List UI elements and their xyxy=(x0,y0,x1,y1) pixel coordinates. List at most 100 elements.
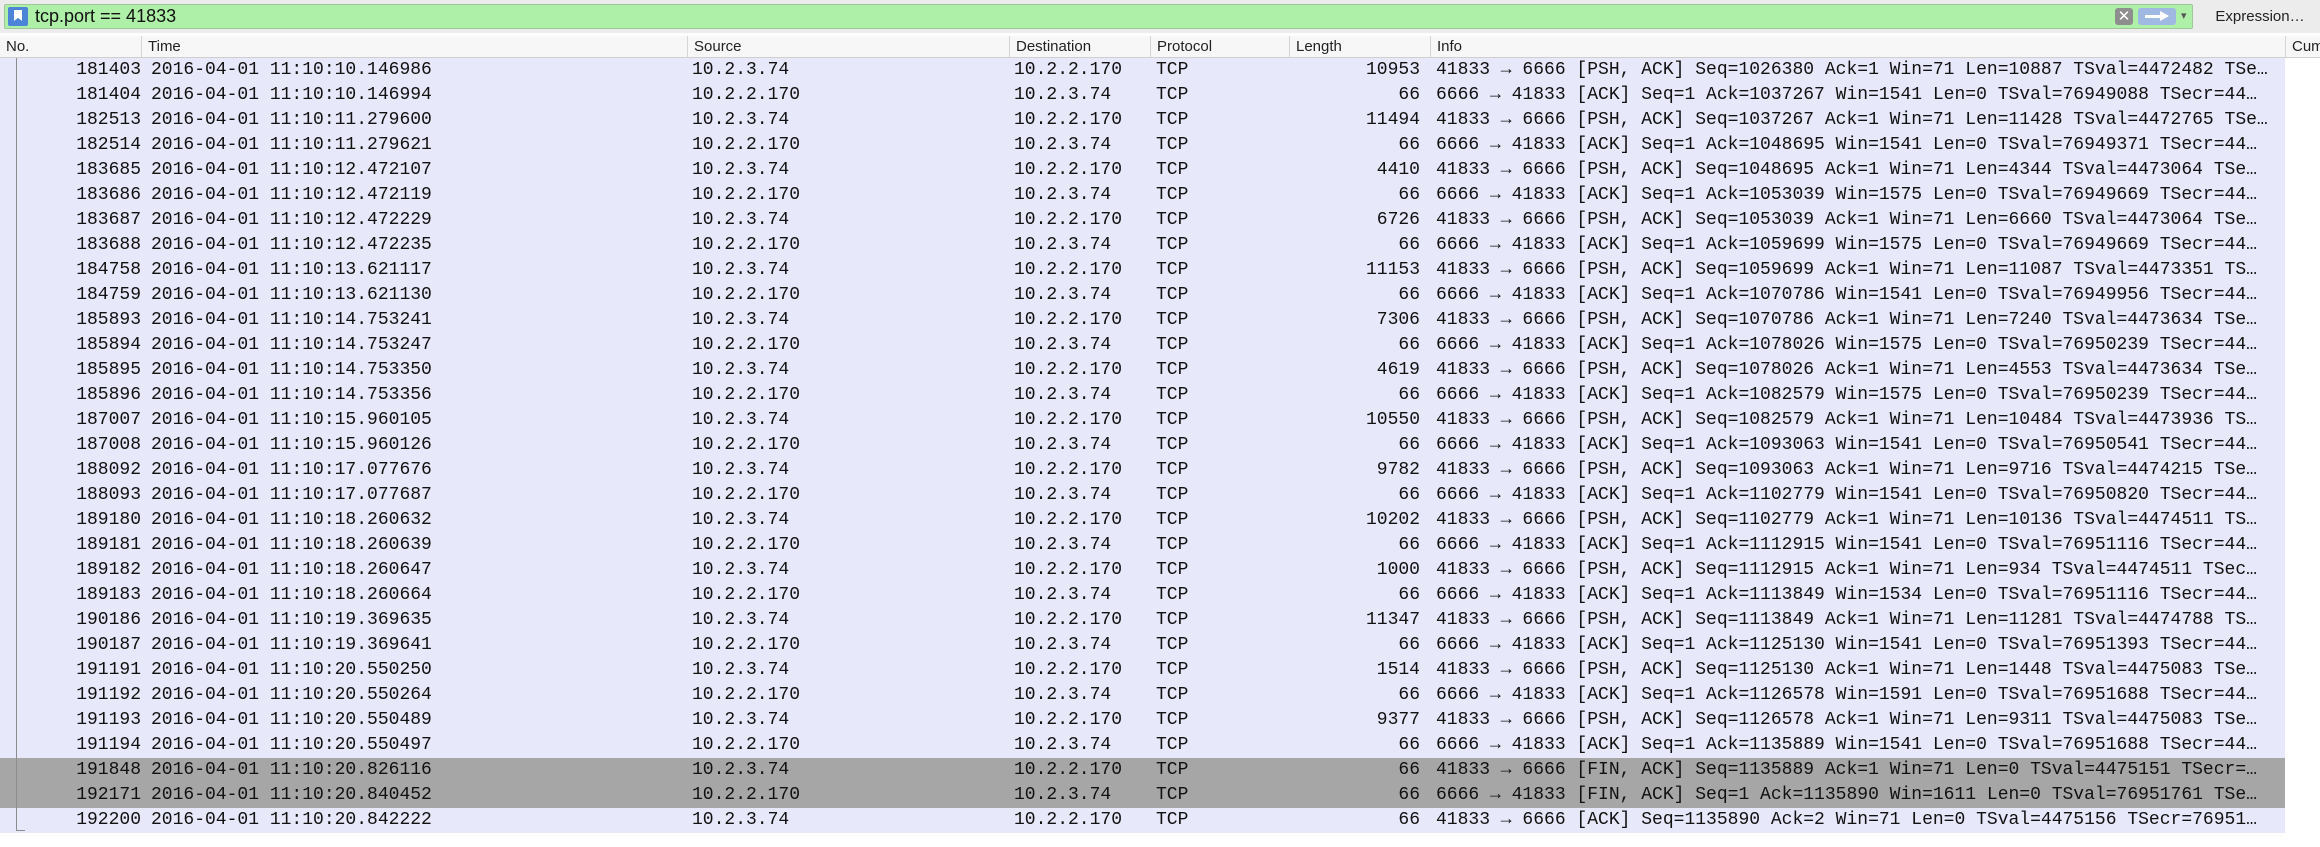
packet-destination: 10.2.2.170 xyxy=(1014,460,1123,480)
packet-row[interactable]: 187007 2016-04-01 11:10:15.960105 10.2.3… xyxy=(0,408,2320,433)
packet-time: 2016-04-01 11:10:20.826116 xyxy=(151,760,432,780)
packet-row[interactable]: 183687 2016-04-01 11:10:12.472229 10.2.3… xyxy=(0,208,2320,233)
column-header-length[interactable]: Length xyxy=(1289,36,1430,57)
bookmark-icon[interactable] xyxy=(8,7,28,26)
packet-time: 2016-04-01 11:10:20.840452 xyxy=(151,785,432,805)
packet-info: 41833 → 6666 [PSH, ACK] Seq=1026380 Ack=… xyxy=(1436,60,2268,80)
packet-time: 2016-04-01 11:10:20.550264 xyxy=(151,685,432,705)
packet-destination: 10.2.3.74 xyxy=(1014,135,1112,155)
packet-row[interactable]: 185894 2016-04-01 11:10:14.753247 10.2.2… xyxy=(0,333,2320,358)
packet-row[interactable]: 184758 2016-04-01 11:10:13.621117 10.2.3… xyxy=(0,258,2320,283)
clear-icon[interactable]: ✕ xyxy=(2115,8,2133,25)
packet-destination: 10.2.2.170 xyxy=(1014,210,1123,230)
packet-row[interactable]: 191848 2016-04-01 11:10:20.826116 10.2.3… xyxy=(0,758,2320,783)
packet-destination: 10.2.3.74 xyxy=(1014,585,1112,605)
packet-number: 190187 xyxy=(76,635,141,655)
packet-time: 2016-04-01 11:10:12.472119 xyxy=(151,185,432,205)
packet-row[interactable]: 191192 2016-04-01 11:10:20.550264 10.2.2… xyxy=(0,683,2320,708)
packet-row[interactable]: 182513 2016-04-01 11:10:11.279600 10.2.3… xyxy=(0,108,2320,133)
packet-info: 6666 → 41833 [ACK] Seq=1 Ack=1126578 Win… xyxy=(1436,685,2257,705)
display-filter-input[interactable] xyxy=(35,5,2105,28)
packet-protocol: TCP xyxy=(1156,310,1189,330)
packet-row[interactable]: 187008 2016-04-01 11:10:15.960126 10.2.2… xyxy=(0,433,2320,458)
packet-info: 6666 → 41833 [ACK] Seq=1 Ack=1093063 Win… xyxy=(1436,435,2257,455)
packet-source: 10.2.3.74 xyxy=(692,610,790,630)
packet-number: 185895 xyxy=(76,360,141,380)
packet-row[interactable]: 192171 2016-04-01 11:10:20.840452 10.2.2… xyxy=(0,783,2320,808)
packet-length: 1000 xyxy=(1376,560,1420,580)
column-header-source[interactable]: Source xyxy=(687,36,1009,57)
column-header-destination[interactable]: Destination xyxy=(1009,36,1150,57)
packet-time: 2016-04-01 11:10:12.472235 xyxy=(151,235,432,255)
column-header-protocol[interactable]: Protocol xyxy=(1150,36,1289,57)
packet-row[interactable]: 183685 2016-04-01 11:10:12.472107 10.2.3… xyxy=(0,158,2320,183)
packet-protocol: TCP xyxy=(1156,435,1189,455)
packet-source: 10.2.2.170 xyxy=(692,335,801,355)
packet-row[interactable]: 182514 2016-04-01 11:10:11.279621 10.2.2… xyxy=(0,133,2320,158)
packet-info: 41833 → 6666 [PSH, ACK] Seq=1082579 Ack=… xyxy=(1436,410,2257,430)
expression-button[interactable]: Expression… xyxy=(2206,4,2314,29)
display-filter-field[interactable]: ✕ ▾ xyxy=(4,4,2193,29)
packet-row[interactable]: 191194 2016-04-01 11:10:20.550497 10.2.2… xyxy=(0,733,2320,758)
packet-info: 41833 → 6666 [PSH, ACK] Seq=1102779 Ack=… xyxy=(1436,510,2257,530)
chevron-down-icon[interactable]: ▾ xyxy=(2181,9,2191,23)
packet-info: 6666 → 41833 [ACK] Seq=1 Ack=1037267 Win… xyxy=(1436,85,2257,105)
packet-length: 11153 xyxy=(1365,260,1420,280)
packet-row[interactable]: 189180 2016-04-01 11:10:18.260632 10.2.3… xyxy=(0,508,2320,533)
packet-protocol: TCP xyxy=(1156,610,1189,630)
packet-row[interactable]: 189182 2016-04-01 11:10:18.260647 10.2.3… xyxy=(0,558,2320,583)
packet-source: 10.2.3.74 xyxy=(692,810,790,830)
column-header-cumulative[interactable]: Cum xyxy=(2285,36,2320,57)
column-header-info[interactable]: Info xyxy=(1430,36,2285,57)
packet-row[interactable]: 190186 2016-04-01 11:10:19.369635 10.2.3… xyxy=(0,608,2320,633)
packet-time: 2016-04-01 11:10:12.472107 xyxy=(151,160,432,180)
packet-length: 7306 xyxy=(1376,310,1420,330)
packet-row[interactable]: 192200 2016-04-01 11:10:20.842222 10.2.3… xyxy=(0,808,2320,833)
packet-source: 10.2.2.170 xyxy=(692,785,801,805)
packet-destination: 10.2.2.170 xyxy=(1014,60,1123,80)
packet-destination: 10.2.2.170 xyxy=(1014,560,1123,580)
packet-length: 11347 xyxy=(1365,610,1420,630)
packet-row[interactable]: 191193 2016-04-01 11:10:20.550489 10.2.3… xyxy=(0,708,2320,733)
packet-row[interactable]: 189181 2016-04-01 11:10:18.260639 10.2.2… xyxy=(0,533,2320,558)
packet-info: 6666 → 41833 [ACK] Seq=1 Ack=1070786 Win… xyxy=(1436,285,2257,305)
packet-list[interactable]: 181403 2016-04-01 11:10:10.146986 10.2.3… xyxy=(0,58,2320,847)
packet-number: 183686 xyxy=(76,185,141,205)
display-filter-toolbar: ✕ ▾ Expression… xyxy=(0,0,2320,33)
column-header-no[interactable]: No. xyxy=(0,36,141,57)
packet-info: 41833 → 6666 [PSH, ACK] Seq=1113849 Ack=… xyxy=(1436,610,2257,630)
packet-destination: 10.2.2.170 xyxy=(1014,710,1123,730)
packet-number: 187007 xyxy=(76,410,141,430)
packet-number: 182514 xyxy=(76,135,141,155)
packet-row[interactable]: 184759 2016-04-01 11:10:13.621130 10.2.2… xyxy=(0,283,2320,308)
packet-number: 188093 xyxy=(76,485,141,505)
packet-row[interactable]: 183686 2016-04-01 11:10:12.472119 10.2.2… xyxy=(0,183,2320,208)
packet-time: 2016-04-01 11:10:15.960105 xyxy=(151,410,432,430)
packet-length: 66 xyxy=(1398,685,1420,705)
packet-row[interactable]: 181403 2016-04-01 11:10:10.146986 10.2.3… xyxy=(0,58,2320,83)
packet-info: 41833 → 6666 [PSH, ACK] Seq=1037267 Ack=… xyxy=(1436,110,2268,130)
packet-row[interactable]: 189183 2016-04-01 11:10:18.260664 10.2.2… xyxy=(0,583,2320,608)
packet-length: 66 xyxy=(1398,335,1420,355)
packet-row[interactable]: 188092 2016-04-01 11:10:17.077676 10.2.3… xyxy=(0,458,2320,483)
apply-arrow-icon[interactable] xyxy=(2138,8,2176,25)
packet-source: 10.2.2.170 xyxy=(692,685,801,705)
packet-time: 2016-04-01 11:10:18.260632 xyxy=(151,510,432,530)
packet-row[interactable]: 190187 2016-04-01 11:10:19.369641 10.2.2… xyxy=(0,633,2320,658)
packet-row[interactable]: 183688 2016-04-01 11:10:12.472235 10.2.2… xyxy=(0,233,2320,258)
packet-number: 189183 xyxy=(76,585,141,605)
packet-protocol: TCP xyxy=(1156,760,1189,780)
packet-source: 10.2.3.74 xyxy=(692,710,790,730)
packet-row[interactable]: 188093 2016-04-01 11:10:17.077687 10.2.2… xyxy=(0,483,2320,508)
packet-row[interactable]: 185895 2016-04-01 11:10:14.753350 10.2.3… xyxy=(0,358,2320,383)
packet-length: 66 xyxy=(1398,810,1420,830)
column-header-time[interactable]: Time xyxy=(141,36,687,57)
packet-protocol: TCP xyxy=(1156,335,1189,355)
packet-row[interactable]: 185893 2016-04-01 11:10:14.753241 10.2.3… xyxy=(0,308,2320,333)
packet-row[interactable]: 191191 2016-04-01 11:10:20.550250 10.2.3… xyxy=(0,658,2320,683)
packet-source: 10.2.3.74 xyxy=(692,60,790,80)
packet-length: 66 xyxy=(1398,735,1420,755)
packet-row[interactable]: 181404 2016-04-01 11:10:10.146994 10.2.2… xyxy=(0,83,2320,108)
packet-row[interactable]: 185896 2016-04-01 11:10:14.753356 10.2.2… xyxy=(0,383,2320,408)
packet-protocol: TCP xyxy=(1156,185,1189,205)
